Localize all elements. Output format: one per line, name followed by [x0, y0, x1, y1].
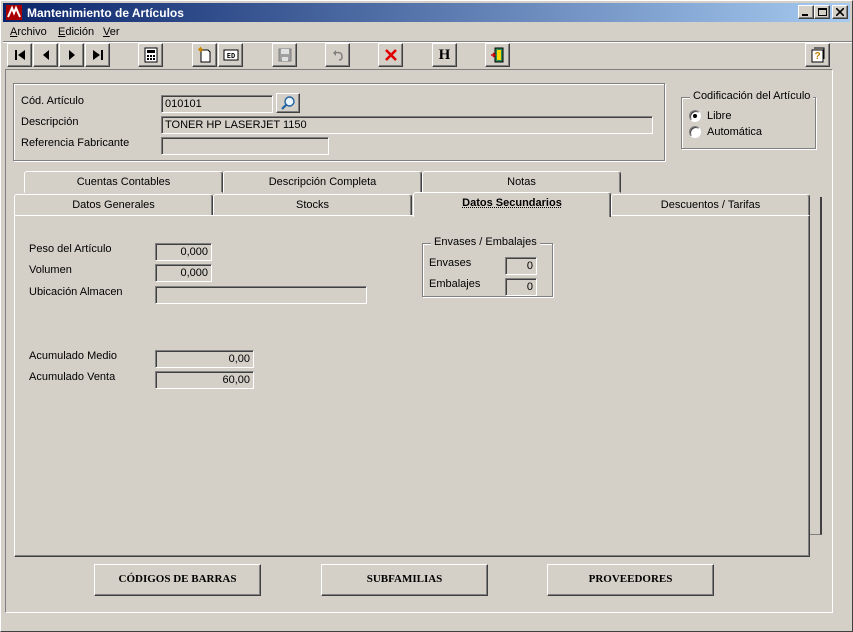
tab-datos-secundarios[interactable]: Datos Secundarios — [413, 192, 611, 217]
tab-notas[interactable]: Notas — [422, 171, 621, 193]
exit-button[interactable] — [485, 43, 510, 67]
edit-icon: ED — [223, 49, 238, 61]
tab-panel-datos-secundarios — [14, 215, 810, 557]
main-window: Mantenimiento de Artículos Archivo Edici… — [0, 0, 853, 632]
acumulado-venta-label: Acumulado Venta — [29, 371, 116, 383]
window-title: Mantenimiento de Artículos — [27, 6, 184, 20]
ubicacion-field[interactable] — [155, 286, 367, 304]
next-record-icon — [68, 50, 75, 60]
exit-door-icon — [490, 47, 503, 63]
codificacion-group — [681, 97, 816, 149]
help-button[interactable]: ? — [805, 43, 830, 67]
codificacion-title: Codificación del Artículo — [690, 90, 814, 102]
envases-title: Envases / Embalajes — [431, 236, 540, 248]
minimize-icon — [802, 14, 808, 16]
first-record-button[interactable] — [7, 43, 32, 67]
delete-x-icon — [384, 49, 397, 61]
tab-datos-generales[interactable]: Datos Generales — [14, 194, 213, 216]
tab-descripcion-completa[interactable]: Descripción Completa — [223, 171, 422, 193]
acumulado-venta-field[interactable]: 60,00 — [155, 371, 254, 389]
minimize-button[interactable] — [798, 5, 814, 19]
calculator-icon — [144, 47, 157, 63]
help-icon: ? — [811, 47, 824, 63]
peso-field[interactable]: 0,000 — [155, 243, 212, 261]
next-record-button[interactable] — [59, 43, 84, 67]
radio-libre-label: Libre — [707, 110, 732, 122]
cod-articulo-label: Cód. Artículo — [21, 95, 84, 107]
maximize-button[interactable] — [814, 5, 830, 19]
ubicacion-label: Ubicación Almacen — [29, 286, 123, 298]
last-record-icon — [92, 50, 103, 60]
referencia-fabricante-label: Referencia Fabricante — [21, 137, 130, 149]
subfamilias-button[interactable]: SUBFAMILIAS — [321, 564, 488, 596]
descripcion-label: Descripción — [21, 116, 79, 128]
radio-automatica-label: Automática — [707, 126, 763, 138]
radio-libre[interactable]: Libre — [689, 110, 731, 122]
menu-ver[interactable]: Ver — [103, 26, 120, 38]
toolbar-separator — [3, 41, 852, 43]
volumen-label: Volumen — [29, 264, 72, 276]
close-icon — [836, 8, 844, 16]
previous-record-button[interactable] — [33, 43, 58, 67]
radio-automatica-indicator[interactable] — [689, 126, 701, 138]
h-button[interactable]: H — [432, 43, 457, 67]
app-logo-icon — [6, 5, 22, 20]
referencia-fabricante-field[interactable] — [161, 137, 329, 155]
calculator-button[interactable] — [138, 43, 163, 67]
new-document-icon — [197, 47, 210, 63]
tab-descuentos-tarifas[interactable]: Descuentos / Tarifas — [611, 194, 810, 216]
proveedores-button[interactable]: PROVEEDORES — [547, 564, 714, 596]
delete-button[interactable] — [378, 43, 403, 67]
descripcion-field[interactable]: TONER HP LASERJET 1150 — [161, 116, 653, 134]
title-bar[interactable]: Mantenimiento de Artículos — [3, 3, 850, 22]
envases-field[interactable]: 0 — [505, 257, 537, 275]
search-article-button[interactable] — [276, 93, 300, 113]
svg-text:ED: ED — [226, 52, 234, 60]
peso-label: Peso del Artículo — [29, 243, 112, 255]
cod-articulo-field[interactable]: 010101 — [161, 95, 273, 113]
maximize-icon — [818, 8, 827, 16]
embalajes-label: Embalajes — [429, 278, 481, 290]
first-record-icon — [14, 50, 25, 60]
close-window-button[interactable] — [832, 5, 848, 19]
codigos-barras-button[interactable]: CÓDIGOS DE BARRAS — [94, 564, 261, 596]
svg-text:?: ? — [814, 51, 820, 62]
h-letter-icon: H — [438, 46, 451, 63]
radio-automatica[interactable]: Automática — [689, 126, 762, 138]
save-button[interactable] — [272, 43, 297, 67]
save-disk-icon — [278, 48, 291, 62]
volumen-field[interactable]: 0,000 — [155, 264, 212, 282]
tab-cuentas-contables[interactable]: Cuentas Contables — [24, 171, 223, 193]
menu-edicion[interactable]: Edición — [58, 26, 94, 38]
tab-stocks[interactable]: Stocks — [213, 194, 412, 216]
acumulado-medio-label: Acumulado Medio — [29, 350, 118, 362]
edit-record-button[interactable]: ED — [218, 43, 243, 67]
acumulado-medio-field[interactable]: 0,00 — [155, 350, 254, 368]
new-record-button[interactable] — [192, 43, 217, 67]
undo-button[interactable] — [325, 43, 350, 67]
embalajes-field[interactable]: 0 — [505, 278, 537, 296]
previous-record-icon — [42, 50, 49, 60]
envases-label: Envases — [429, 257, 472, 269]
undo-icon — [332, 50, 343, 61]
last-record-button[interactable] — [85, 43, 110, 67]
radio-libre-indicator[interactable] — [689, 110, 701, 122]
menu-archivo[interactable]: Archivo — [10, 26, 47, 38]
search-icon — [281, 96, 295, 110]
